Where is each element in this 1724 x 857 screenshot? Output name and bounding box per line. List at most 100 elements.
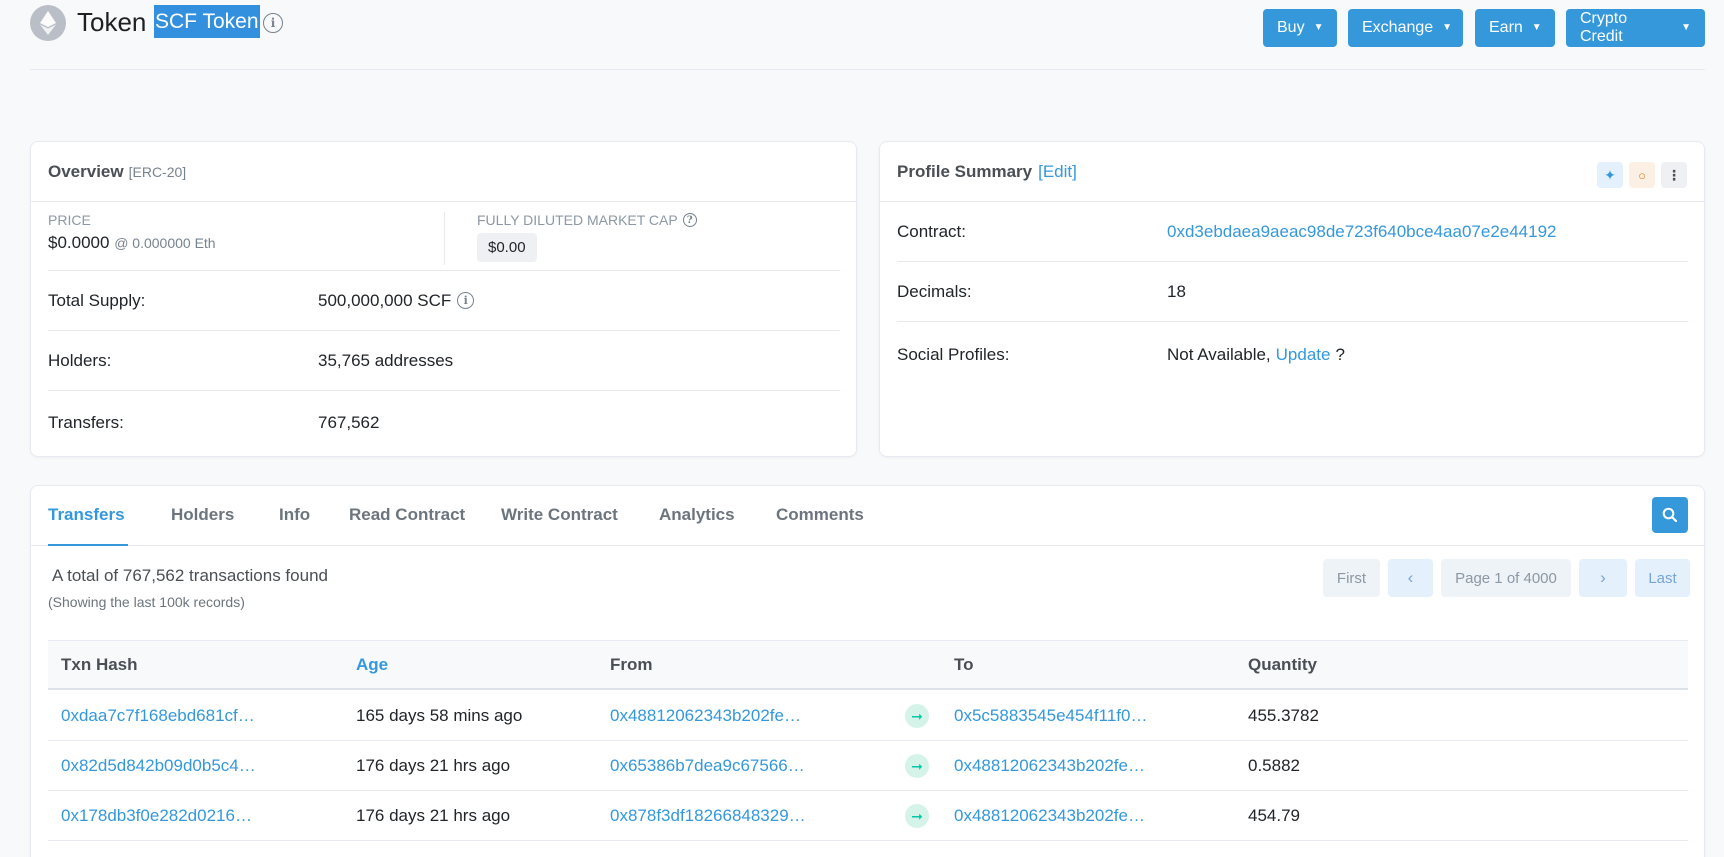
to-address-link[interactable]: 0x48812062343b202fe… [954,741,1145,791]
arrow-right-icon: ➞ [905,754,929,778]
chevron-down-icon: ▼ [1313,22,1324,33]
price-value: $0.0000 [48,233,110,252]
chevron-down-icon: ▼ [1531,22,1542,33]
overview-title: Overview [48,161,124,181]
chevron-down-icon: ▼ [1442,22,1453,33]
tab-info[interactable]: Info [279,486,310,546]
to-address-link[interactable]: 0x48812062343b202fe… [954,791,1145,841]
holders-row: Holders: 35,765 addresses [48,331,840,391]
contract-address-link[interactable]: 0xd3ebdaea9aeac98de723f640bce4aa07e2e441… [1167,222,1557,242]
transfers-row: Transfers: 767,562 [48,391,840,455]
search-icon [1662,507,1678,523]
from-address-link[interactable]: 0x878f3df18266848329… [610,791,806,841]
pagination-prev[interactable]: ‹ [1388,559,1433,597]
pagination-next[interactable]: › [1579,559,1627,597]
arrow-right-icon: ➞ [905,804,929,828]
col-age[interactable]: Age [356,641,388,688]
earn-button[interactable]: Earn ▼ [1475,9,1555,47]
edit-link[interactable]: [Edit] [1038,162,1077,182]
col-quantity: Quantity [1248,655,1317,674]
transfers-label: Transfers: [48,413,124,432]
transfers-card: Transfers Holders Info Read Contract Wri… [30,485,1705,857]
page-title-prefix: Token [77,7,147,37]
update-link[interactable]: Update [1276,345,1331,365]
holders-label: Holders: [48,350,112,370]
table-row: 0x82d5d842b09d0b5c4… 176 days 21 hrs ago… [48,741,1688,791]
col-to: To [954,655,974,674]
chevron-right-icon: › [1600,568,1606,587]
question-mark: ? [1335,345,1345,364]
exchange-button[interactable]: Exchange ▼ [1348,9,1463,47]
to-address-link[interactable]: 0x5c5883545e454f11f0… [954,691,1147,741]
social-profiles-value: Not Available, [1167,345,1271,364]
market-cap-value: $0.00 [477,233,537,262]
magic-wand-icon[interactable]: ✦ [1597,162,1623,188]
ethereum-logo-icon [30,5,66,41]
page-header: Token SCF Token i Buy ▼ Exchange ▼ Earn ▼ C… [30,0,1705,70]
contract-row: Contract: 0xd3ebdaea9aeac98de723f640bce4… [897,202,1688,262]
table-header: Txn Hash Age From To Quantity [48,640,1688,690]
txn-quantity: 0.5882 [1248,756,1300,775]
tab-holders[interactable]: Holders [171,486,234,546]
buy-button[interactable]: Buy ▼ [1263,9,1337,47]
profile-header: Profile Summary [Edit] [880,142,1704,202]
tab-transfers[interactable]: Transfers [48,486,128,546]
tab-bar: Transfers Holders Info Read Contract Wri… [31,486,1704,546]
from-address-link[interactable]: 0x48812062343b202fe… [610,691,801,741]
crypto-credit-button[interactable]: Crypto Credit ▼ [1566,9,1705,47]
pagination-first[interactable]: First [1323,559,1380,597]
txn-age: 176 days 21 hrs ago [356,806,511,825]
records-note: (Showing the last 100k records) [48,594,245,610]
market-cap-block: FULLY DILUTED MARKET CAP ? $0.00 [477,212,697,262]
price-label: PRICE [48,212,91,228]
chevron-left-icon: ‹ [1407,568,1414,587]
transactions-summary: A total of 767,562 transactions found [52,566,328,585]
from-address-link[interactable]: 0x65386b7dea9c67566… [610,741,805,791]
info-icon[interactable]: i [457,292,475,309]
status-circle-icon[interactable]: ○ [1629,162,1655,188]
tab-comments[interactable]: Comments [776,486,864,546]
txn-age: 176 days 21 hrs ago [356,756,511,775]
overview-header: Overview [ERC-20] [31,142,856,202]
total-supply-label: Total Supply: [48,290,146,310]
tab-analytics[interactable]: Analytics [659,486,735,546]
overview-card: Overview [ERC-20] PRICE $0.0000 @ 0.0000… [30,141,857,457]
price-block: PRICE $0.0000 @ 0.000000 Eth [48,212,216,253]
total-supply-row: Total Supply: 500,000,000 SCF i [48,271,840,331]
contract-label: Contract: [897,221,966,241]
arrow-right-icon: ➞ [905,704,929,728]
table-row: 0xdaa7c7f168ebd681cf… 165 days 58 mins a… [48,691,1688,741]
transfers-value: 767,562 [318,413,380,432]
question-icon[interactable]: ? [682,213,697,227]
social-profiles-label: Social Profiles: [897,345,1010,364]
decimals-value: 18 [1167,281,1186,301]
divider [444,212,445,265]
pagination-last[interactable]: Last [1635,559,1690,597]
tab-write-contract[interactable]: Write Contract [501,486,618,546]
market-cap-label: FULLY DILUTED MARKET CAP [477,212,678,228]
total-supply-value: 500,000,000 SCF [318,290,452,310]
page-indicator: Page 1 of 4000 [1441,559,1571,597]
txn-hash-link[interactable]: 0xdaa7c7f168ebd681cf… [61,691,255,741]
token-name: SCF Token [154,5,260,39]
txn-hash-link[interactable]: 0x178db3f0e282d0216… [61,791,252,841]
info-icon[interactable]: i [263,13,283,33]
decimals-row: Decimals: 18 [897,262,1688,322]
price-eth: @ 0.000000 Eth [114,235,216,251]
col-from: From [610,655,653,674]
txn-age: 165 days 58 mins ago [356,706,523,725]
table-row: 0x178db3f0e282d0216… 176 days 21 hrs ago… [48,791,1688,841]
profile-title: Profile Summary [897,161,1033,181]
more-options-icon[interactable]: ⋮ [1661,162,1687,188]
txn-quantity: 455.3782 [1248,706,1319,725]
tab-read-contract[interactable]: Read Contract [349,486,465,546]
txn-hash-link[interactable]: 0x82d5d842b09d0b5c4… [61,741,256,791]
search-button[interactable] [1652,497,1688,533]
chevron-down-icon: ▼ [1681,22,1691,33]
holders-value: 35,765 addresses [318,350,454,370]
col-txn-hash: Txn Hash [61,655,138,674]
profile-summary-card: Profile Summary [Edit] ✦ ○ ⋮ Contract: 0… [879,141,1705,457]
token-standard: [ERC-20] [128,163,187,180]
social-profiles-row: Social Profiles: Not Available, Update ? [897,322,1688,388]
decimals-label: Decimals: [897,281,972,301]
